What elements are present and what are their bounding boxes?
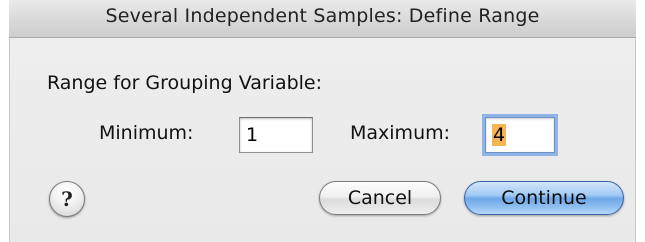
maximum-input[interactable]: 4 xyxy=(485,117,555,153)
continue-button-label: Continue xyxy=(501,187,587,209)
define-range-dialog: Several Independent Samples: Define Rang… xyxy=(9,0,636,242)
cancel-button-label: Cancel xyxy=(347,187,413,209)
help-button[interactable]: ? xyxy=(49,181,85,217)
minimum-input[interactable]: 1 xyxy=(239,117,313,153)
title-bar[interactable]: Several Independent Samples: Define Rang… xyxy=(9,0,636,38)
cancel-button[interactable]: Cancel xyxy=(319,181,441,215)
minimum-value: 1 xyxy=(246,124,259,146)
question-mark-icon: ? xyxy=(61,187,73,211)
continue-button[interactable]: Continue xyxy=(464,181,624,215)
minimum-label: Minimum: xyxy=(99,122,194,144)
window-title: Several Independent Samples: Define Rang… xyxy=(105,5,540,27)
maximum-value: 4 xyxy=(492,124,507,146)
maximum-label: Maximum: xyxy=(350,122,451,144)
range-section-label: Range for Grouping Variable: xyxy=(47,72,323,94)
